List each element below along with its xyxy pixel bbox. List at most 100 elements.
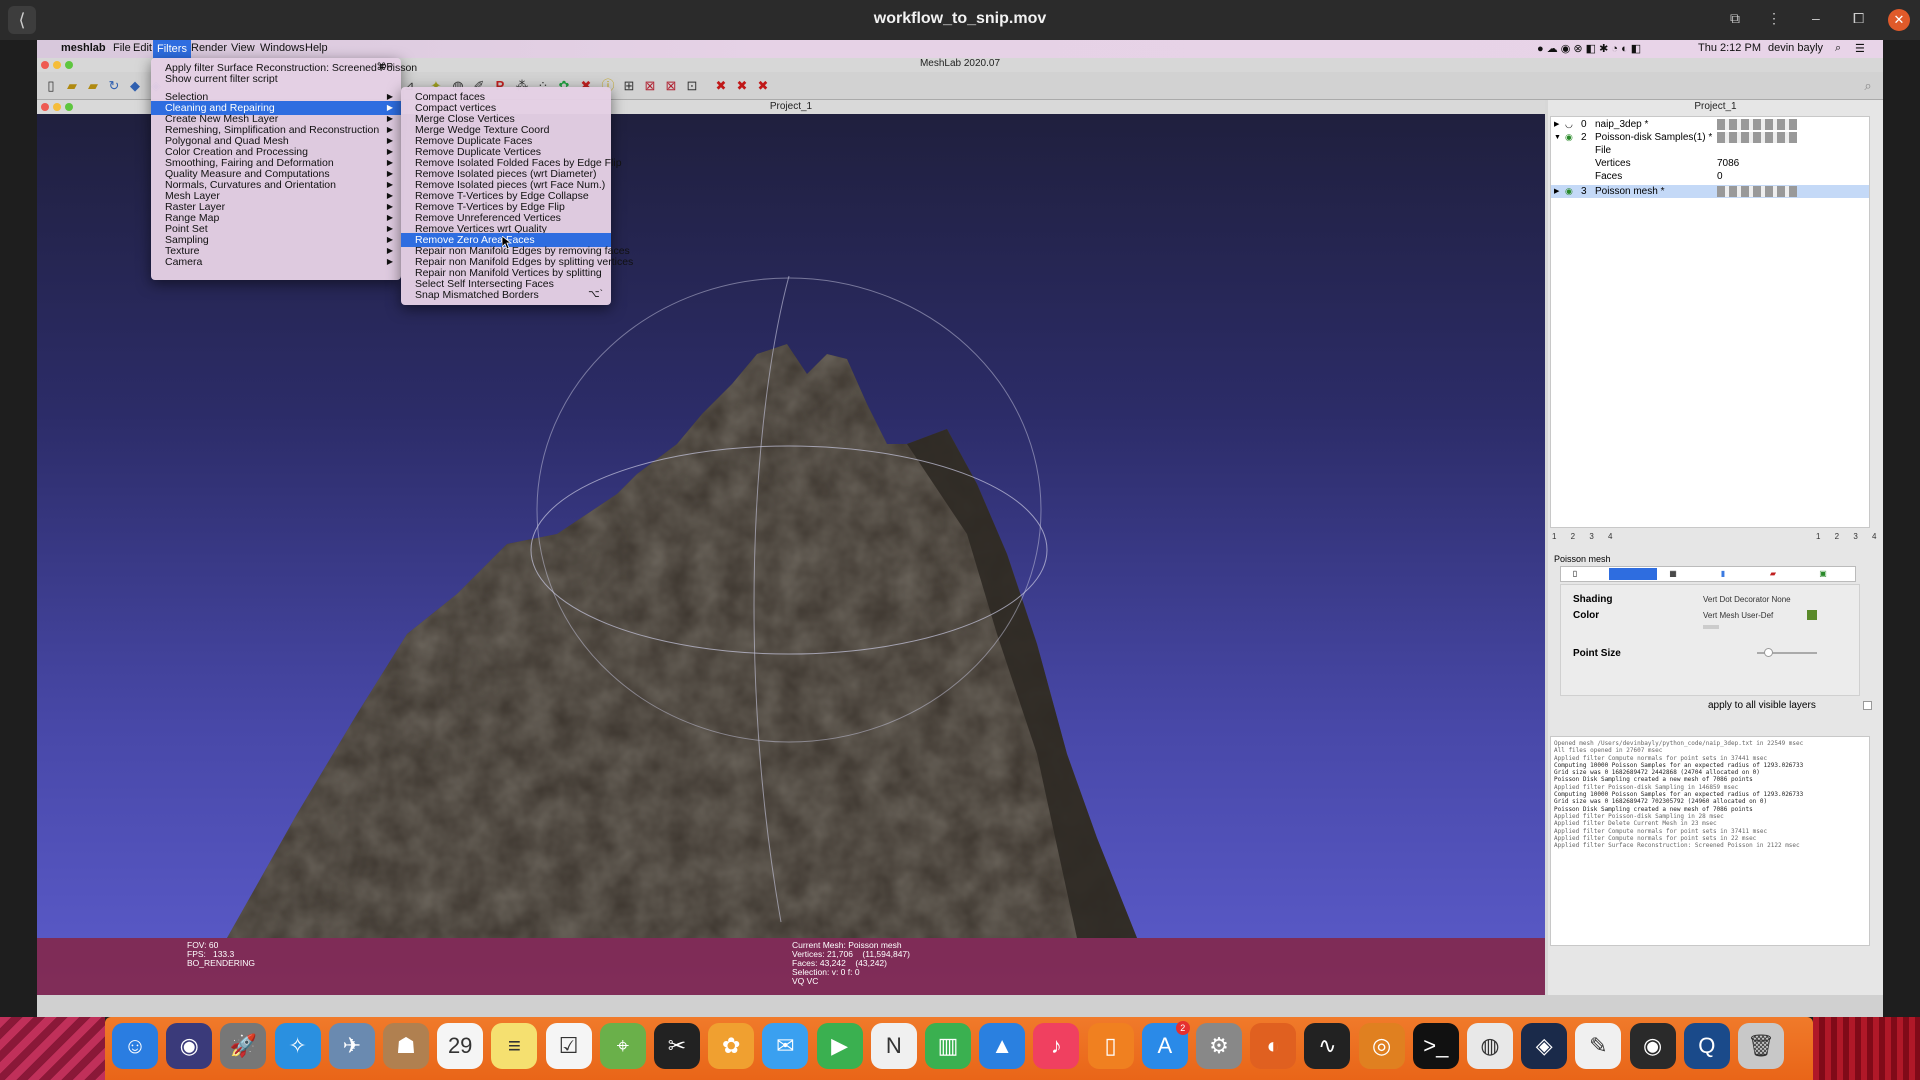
point-size-handle[interactable]	[1764, 648, 1773, 657]
calendar-icon[interactable]: 29	[437, 1023, 484, 1069]
photos-icon[interactable]: ✿	[708, 1023, 755, 1069]
new-icon[interactable]: ▯	[42, 78, 60, 94]
layer-row-selected[interactable]: ▶ ◉ 3 Poisson mesh *	[1551, 185, 1869, 198]
layer-row[interactable]: ▶ ◡ 0 naip_3dep *	[1551, 118, 1869, 131]
status-icons[interactable]: ● ☁ ◉ ⊗ ◧ ✱ ◔ ◐ ◧	[1537, 42, 1641, 55]
color-options[interactable]: Vert Mesh User-Def	[1703, 611, 1773, 620]
textedit-icon[interactable]: ✎	[1575, 1023, 1622, 1069]
window-minimize-button[interactable]	[53, 61, 61, 69]
siri-icon[interactable]: ◉	[166, 1023, 213, 1069]
texture-mode-icon[interactable]: ▰	[1767, 569, 1779, 580]
expand-icon[interactable]: ▶	[1554, 118, 1559, 131]
clock[interactable]: Thu 2:12 PM	[1698, 42, 1761, 54]
trash-icon[interactable]: 🗑	[1738, 1023, 1784, 1069]
steam-icon[interactable]: ◈	[1521, 1023, 1568, 1069]
delete-vertices-icon[interactable]: ✖	[712, 78, 730, 94]
user-name[interactable]: devin bayly	[1768, 42, 1823, 54]
mail-bird-icon[interactable]: ✈	[328, 1023, 375, 1069]
restore-icon[interactable]: ⧠	[1853, 10, 1864, 27]
activity-monitor-icon[interactable]: ∿	[1304, 1023, 1351, 1069]
delete-all-icon[interactable]: ✖	[754, 78, 772, 94]
points-mode-tab[interactable]	[1609, 568, 1657, 580]
menu-file[interactable]: File	[113, 42, 131, 54]
log-line: All files opened in 27607 msec	[1554, 747, 1663, 755]
notes-icon[interactable]: ≡	[491, 1023, 538, 1069]
close-button[interactable]: ✕	[1888, 9, 1910, 31]
raster-page-numbers[interactable]: 1 2 3 4	[1552, 532, 1618, 541]
search-icon[interactable]: ⌕	[1859, 78, 1877, 94]
reload-icon[interactable]: ↻	[105, 78, 123, 94]
music-icon[interactable]: ♪	[1033, 1023, 1080, 1069]
visibility-icon[interactable]: ◉	[1565, 131, 1573, 144]
expand-icon[interactable]: ▶	[1554, 185, 1559, 198]
menu-view[interactable]: View	[231, 42, 255, 54]
menu-windows[interactable]: Windows	[260, 42, 305, 54]
facetime-icon[interactable]: ▶	[816, 1023, 863, 1069]
menu-item-show-script[interactable]: Show current filter script	[151, 72, 401, 86]
layer-tools-icon[interactable]	[1717, 186, 1797, 197]
menu-meshlab[interactable]: meshlab	[61, 42, 106, 54]
safari-icon[interactable]: ✧	[274, 1023, 321, 1069]
layer-tools-icon[interactable]	[1717, 132, 1797, 143]
flat-mode-icon[interactable]: ▮	[1717, 569, 1729, 580]
mac-menu-bar: meshlab File Edit Filters Render View Wi…	[37, 40, 1883, 58]
log-panel: Opened mesh /Users/devinbayly/python_cod…	[1550, 736, 1870, 946]
layer-row[interactable]: ▼ ◉ 2 Poisson-disk Samples(1) *	[1551, 131, 1869, 144]
viewport-minimize-button[interactable]	[53, 103, 61, 111]
snip-icon[interactable]: ✂	[654, 1023, 700, 1069]
quicktime-icon[interactable]: Q	[1683, 1023, 1730, 1069]
viewport-close-button[interactable]	[41, 103, 49, 111]
open-icon[interactable]: ▰	[63, 78, 81, 94]
minimize-icon[interactable]: –	[1812, 10, 1820, 26]
status-bar	[37, 995, 1883, 1017]
blender-icon[interactable]: ◎	[1358, 1023, 1405, 1069]
chrome-icon[interactable]: ◍	[1467, 1023, 1513, 1069]
numbers-icon[interactable]: ▥	[925, 1023, 971, 1069]
finder-icon[interactable]: ☺	[112, 1023, 158, 1069]
menu-item-camera[interactable]: Camera ▶	[151, 255, 401, 269]
spotlight-icon[interactable]: ⌕	[1835, 42, 1841, 55]
select-region-icon[interactable]: ⊠	[641, 78, 659, 94]
messages-icon[interactable]: ✉	[762, 1023, 809, 1069]
layer-tools-icon[interactable]	[1717, 119, 1797, 130]
maps-icon[interactable]: ⌖	[599, 1023, 646, 1069]
visibility-icon[interactable]: ◡	[1565, 118, 1573, 131]
window-zoom-button[interactable]	[65, 61, 73, 69]
more-icon[interactable]: ⋮	[1767, 10, 1781, 27]
books-icon[interactable]: ▯	[1087, 1023, 1134, 1069]
keynote-icon[interactable]: ▲	[979, 1023, 1026, 1069]
system-preferences-icon[interactable]: ⚙	[1196, 1023, 1242, 1069]
open-project-icon[interactable]: ▰	[84, 78, 102, 94]
firefox-icon[interactable]: ◐	[1250, 1023, 1297, 1069]
terminal-icon[interactable]: >_	[1412, 1023, 1459, 1069]
collapse-icon[interactable]: ▼	[1554, 131, 1561, 144]
delete-faces-icon[interactable]: ✖	[733, 78, 751, 94]
menu-edit[interactable]: Edit	[133, 42, 152, 54]
shading-options[interactable]: Vert Dot Decorator None	[1703, 595, 1791, 604]
contacts-icon[interactable]: ☗	[383, 1023, 429, 1069]
control-center-icon[interactable]: ☰	[1855, 42, 1865, 55]
reminders-icon[interactable]: ☑	[545, 1023, 592, 1069]
mesh-page-numbers[interactable]: 1 2 3 4	[1816, 532, 1882, 541]
menu-render[interactable]: Render	[191, 42, 227, 54]
launchpad-icon[interactable]: 🚀	[220, 1023, 267, 1069]
menu-filters[interactable]: Filters	[153, 40, 191, 58]
window-close-button[interactable]	[41, 61, 49, 69]
news-icon[interactable]: N	[870, 1023, 917, 1069]
apply-all-checkbox[interactable]	[1863, 701, 1872, 710]
visibility-icon[interactable]: ◉	[1565, 185, 1573, 198]
select-none-icon[interactable]: ⊡	[683, 78, 701, 94]
smooth-mode-icon[interactable]: ▣	[1817, 569, 1829, 580]
save-icon[interactable]: ◆	[126, 78, 144, 94]
menu-item-snap-borders[interactable]: Snap Mismatched Borders ⌥`	[401, 288, 611, 302]
color-swatch[interactable]	[1807, 610, 1817, 620]
select-faces-icon[interactable]: ⊞	[620, 78, 638, 94]
meshlab-icon[interactable]: ◉	[1629, 1023, 1676, 1069]
pip-icon[interactable]: ⧉	[1730, 10, 1740, 27]
viewport-zoom-button[interactable]	[65, 103, 73, 111]
wire-mode-icon[interactable]: ▦	[1667, 569, 1679, 580]
select-conn-icon[interactable]: ⊠	[662, 78, 680, 94]
bbox-mode-icon[interactable]: ▯	[1569, 569, 1581, 580]
menu-help[interactable]: Help	[305, 42, 328, 54]
color-slider[interactable]	[1703, 625, 1719, 629]
